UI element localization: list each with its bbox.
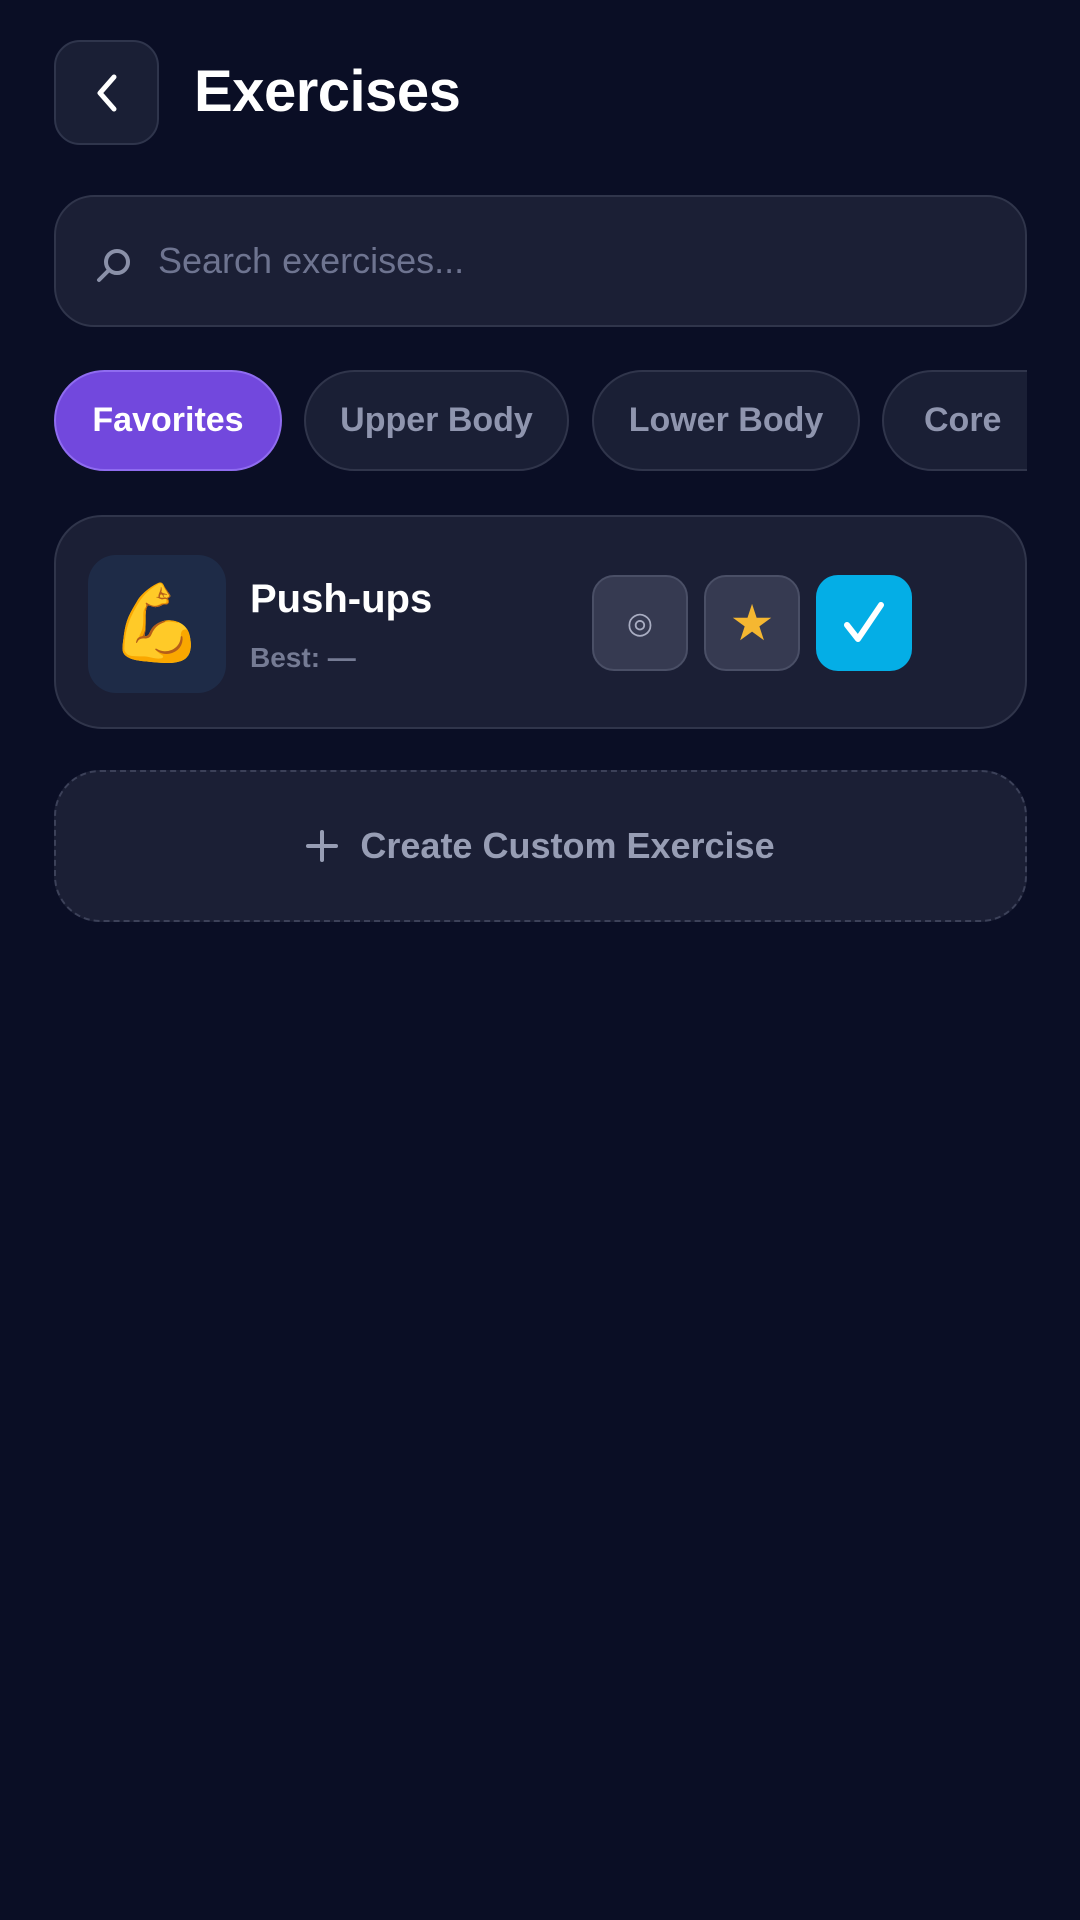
filter-chip-favorites[interactable]: Favorites: [54, 370, 282, 471]
search-bar[interactable]: [54, 195, 1027, 327]
exercise-best: Best: —: [250, 642, 356, 673]
category-filter-bar: Favorites Upper Body Lower Body Core: [54, 370, 1027, 473]
page-title: Exercises: [194, 59, 461, 124]
back-button[interactable]: [54, 40, 159, 145]
create-custom-exercise-label: Create Custom Exercise: [360, 825, 775, 866]
exercise-name: Push-ups: [250, 577, 433, 621]
exercise-card[interactable]: 💪 Push-ups Best: — ◎ ★: [54, 515, 1027, 729]
plus-icon: [306, 830, 339, 862]
search-input[interactable]: [158, 225, 998, 297]
create-custom-exercise-button[interactable]: Create Custom Exercise: [54, 770, 1027, 922]
filter-chip-upper-body[interactable]: Upper Body: [304, 370, 569, 471]
favorite-button[interactable]: ★: [704, 575, 800, 671]
target-icon: ◎: [626, 606, 654, 640]
target-button[interactable]: ◎: [592, 575, 688, 671]
filter-chip-core[interactable]: Core: [882, 370, 1027, 471]
select-checkbox[interactable]: [816, 575, 912, 671]
flexed-biceps-icon: 💪: [88, 555, 226, 693]
chevron-left-icon: [97, 74, 116, 111]
check-icon: [844, 602, 884, 642]
star-icon: ★: [729, 595, 775, 651]
exercises-screen: Exercises Favorites Upper Body Lower Bod…: [0, 0, 1080, 1920]
search-icon: [97, 249, 130, 282]
filter-chip-lower-body[interactable]: Lower Body: [592, 370, 860, 471]
